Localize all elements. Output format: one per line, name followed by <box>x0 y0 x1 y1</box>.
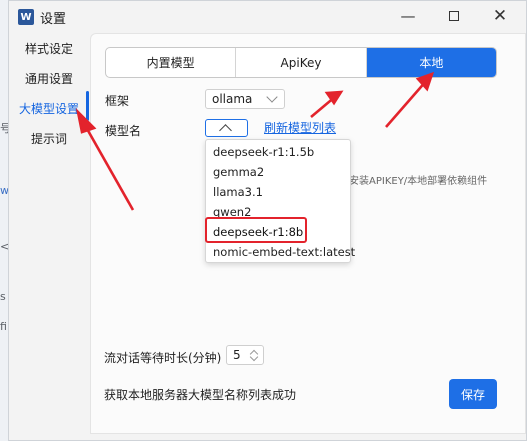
chevron-up-icon <box>219 124 232 137</box>
status-message: 获取本地服务器大模型名称列表成功 <box>104 388 297 402</box>
window-title: 设置 <box>40 12 67 27</box>
sidebar-item-general[interactable]: 通用设置 <box>9 64 89 92</box>
sidebar-item-llm[interactable]: 大模型设置 <box>9 94 89 122</box>
word-app-icon: W <box>18 9 34 25</box>
minimize-button[interactable]: — <box>385 1 431 31</box>
dropdown-option[interactable]: llama3.1 <box>213 183 349 201</box>
settings-content-panel: 内置模型 ApiKey 本地 框架 ollama 模型名 刷新模型列表 安装AP… <box>90 33 526 434</box>
stream-timeout-label: 流对话等待时长(分钟) <box>104 351 222 365</box>
framework-select[interactable]: ollama <box>205 89 285 109</box>
dropdown-option[interactable]: deepseek-r1:1.5b <box>213 143 349 161</box>
settings-sidebar: 样式设定 通用设置 大模型设置 提示词 <box>9 33 89 433</box>
tab-local[interactable]: 本地 <box>366 48 496 77</box>
tab-apikey[interactable]: ApiKey <box>236 48 367 77</box>
model-source-tabs: 内置模型 ApiKey 本地 <box>105 47 497 78</box>
framework-value: ollama <box>212 92 253 106</box>
dropdown-option[interactable]: nomic-embed-text:latest <box>213 243 355 261</box>
stepper-arrows-icon[interactable] <box>249 348 259 362</box>
model-dropdown-list: deepseek-r1:1.5b gemma2 llama3.1 qwen2 d… <box>205 139 355 263</box>
refresh-model-list-link[interactable]: 刷新模型列表 <box>264 119 336 136</box>
stream-timeout-stepper[interactable]: 5 <box>226 345 264 365</box>
title-bar[interactable]: W 设置 — ✕ <box>9 1 526 33</box>
maximize-icon <box>449 11 459 21</box>
screenshot-stage: 号 w < s fi W 设置 — ✕ 样式设定 通用设置 大模型设置 提示词 … <box>0 0 527 441</box>
stream-timeout-value: 5 <box>233 348 241 362</box>
settings-window: W 设置 — ✕ 样式设定 通用设置 大模型设置 提示词 内置模型 ApiKey… <box>8 0 527 441</box>
dependency-hint-text: 安装APIKEY/本地部署依赖组件 <box>349 176 488 187</box>
model-name-select[interactable] <box>205 119 248 137</box>
background-glyph: s <box>0 290 6 303</box>
dropdown-option[interactable]: gemma2 <box>213 163 349 181</box>
sidebar-item-prompt[interactable]: 提示词 <box>9 124 89 152</box>
close-button[interactable]: ✕ <box>477 1 523 31</box>
sidebar-item-style[interactable]: 样式设定 <box>9 34 89 62</box>
background-glyph: fi <box>0 320 7 333</box>
sidebar-active-indicator <box>86 91 89 121</box>
annotation-highlight-box <box>205 217 307 243</box>
framework-label: 框架 <box>105 94 130 108</box>
tab-builtin-model[interactable]: 内置模型 <box>106 48 237 77</box>
chevron-down-icon <box>266 91 278 103</box>
maximize-button[interactable] <box>431 1 477 31</box>
model-name-label: 模型名 <box>105 124 142 138</box>
save-button[interactable]: 保存 <box>449 379 497 409</box>
